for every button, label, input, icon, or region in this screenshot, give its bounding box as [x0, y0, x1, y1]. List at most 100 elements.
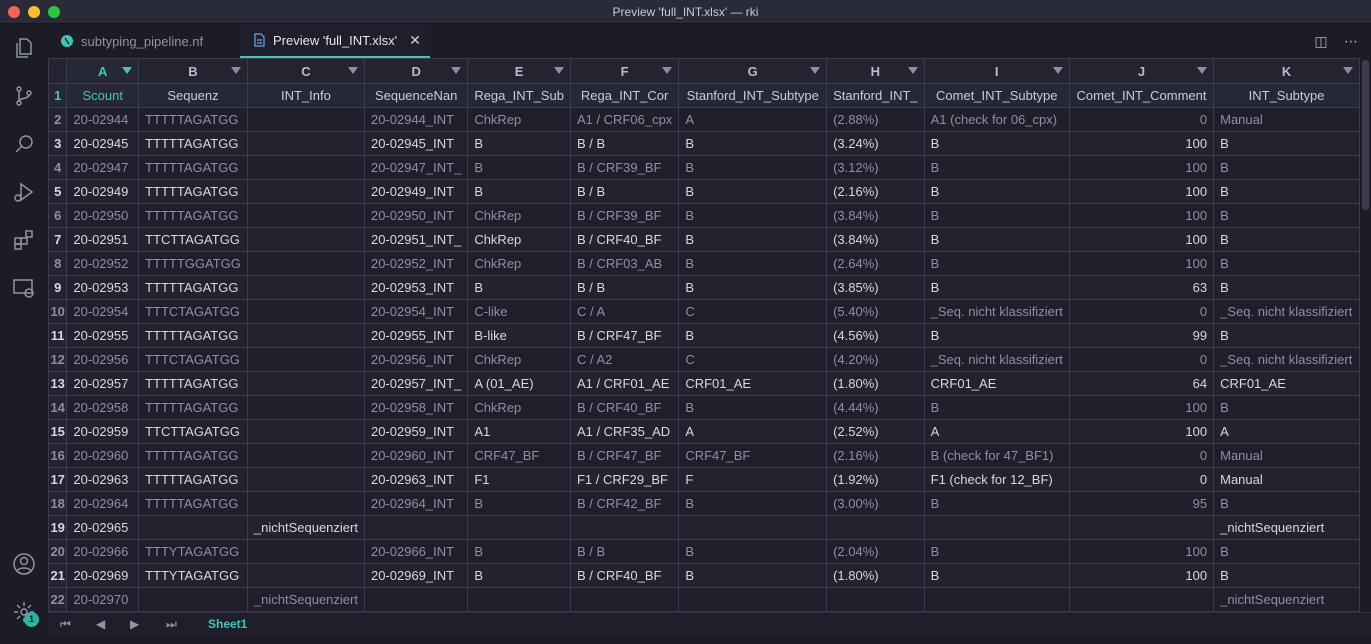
cell[interactable]: 64	[1068, 371, 1215, 396]
cell[interactable]: 99	[1068, 323, 1215, 348]
cell[interactable]: TTTYTAGATGG	[138, 563, 248, 588]
cell[interactable]: (2.64%)	[826, 251, 925, 276]
cell[interactable]: 20-02955	[66, 323, 140, 348]
cell[interactable]: (4.44%)	[826, 395, 925, 420]
cell[interactable]: Manual	[1213, 443, 1360, 468]
cell[interactable]: 63	[1068, 275, 1215, 300]
row-number[interactable]: 13	[48, 371, 68, 396]
cell[interactable]: C / A	[569, 299, 680, 324]
cell[interactable]: 100	[1068, 131, 1215, 156]
cell[interactable]: A (01_AE)	[467, 371, 571, 396]
cell[interactable]: 0	[1068, 347, 1215, 372]
row-number[interactable]: 5	[48, 179, 68, 204]
cell[interactable]: TTTCTAGATGG	[138, 299, 248, 324]
more-actions-icon[interactable]: ⋯	[1343, 33, 1359, 49]
cell[interactable]	[923, 587, 1070, 612]
cell[interactable]: B	[1213, 131, 1360, 156]
cell[interactable]	[826, 587, 925, 612]
column-header-k[interactable]: K	[1213, 58, 1360, 84]
cell[interactable]	[246, 107, 365, 132]
cell[interactable]: B	[678, 227, 828, 252]
cell[interactable]	[246, 395, 365, 420]
cell[interactable]: TTTTTAGATGG	[138, 131, 248, 156]
cell[interactable]: 95	[1068, 491, 1215, 516]
cell[interactable]: 20-02964	[66, 491, 140, 516]
cell[interactable]: B	[923, 251, 1070, 276]
cell[interactable]: B	[923, 539, 1070, 564]
cell[interactable]: TTTTTAGATGG	[138, 155, 248, 180]
cell[interactable]: 20-02966	[66, 539, 140, 564]
filter-icon[interactable]	[1197, 67, 1208, 74]
header-cell[interactable]: Rega_INT_Sub	[467, 83, 571, 108]
cell[interactable]: Manual	[1213, 467, 1360, 492]
cell[interactable]: 20-02958	[66, 395, 140, 420]
cell[interactable]: 20-02952	[66, 251, 140, 276]
cell[interactable]: B / B	[569, 131, 680, 156]
cell[interactable]: A1 (check for 06_cpx)	[923, 107, 1070, 132]
cell[interactable]: A1 / CRF01_AE	[569, 371, 680, 396]
cell[interactable]: TTTCTAGATGG	[138, 347, 248, 372]
cell[interactable]: 100	[1068, 539, 1215, 564]
cell[interactable]: (3.84%)	[826, 227, 925, 252]
cell[interactable]: (2.88%)	[826, 107, 925, 132]
cell[interactable]: B	[923, 227, 1070, 252]
tab-subtyping-pipeline[interactable]: subtyping_pipeline.nf	[48, 24, 240, 58]
search-icon[interactable]	[12, 132, 36, 156]
cell[interactable]: A1	[467, 419, 571, 444]
cell[interactable]: 100	[1068, 227, 1215, 252]
cell[interactable]: 20-02957	[66, 371, 140, 396]
column-header-c[interactable]: C	[246, 58, 365, 84]
cell[interactable]	[1068, 515, 1215, 540]
tab-preview-full-int[interactable]: Preview 'full_INT.xlsx' ✕	[240, 24, 430, 58]
row-number[interactable]: 22	[48, 587, 68, 612]
cell[interactable]: B	[467, 491, 571, 516]
cell[interactable]: (5.40%)	[826, 299, 925, 324]
cell[interactable]: ChkRep	[467, 203, 571, 228]
cell[interactable]: 20-02959_INT	[363, 419, 469, 444]
cell[interactable]	[246, 467, 365, 492]
cell[interactable]: CRF01_AE	[1213, 371, 1360, 396]
filter-icon[interactable]	[122, 67, 133, 74]
cell[interactable]: 20-02945	[66, 131, 140, 156]
cell[interactable]: C / A2	[569, 347, 680, 372]
cell[interactable]: TTTTTAGATGG	[138, 203, 248, 228]
cell[interactable]: (1.80%)	[826, 371, 925, 396]
account-icon[interactable]	[12, 552, 36, 576]
extensions-icon[interactable]	[12, 228, 36, 252]
cell[interactable]: B	[678, 155, 828, 180]
cell[interactable]: B	[923, 155, 1070, 180]
header-cell[interactable]: Comet_INT_Comment	[1068, 83, 1215, 108]
cell[interactable]	[467, 515, 571, 540]
header-cell[interactable]: INT_Subtype	[1213, 83, 1360, 108]
cell[interactable]: TTTYTAGATGG	[138, 539, 248, 564]
cell[interactable]: B	[678, 203, 828, 228]
cell[interactable]: TTTTTAGATGG	[138, 275, 248, 300]
cell[interactable]	[138, 587, 248, 612]
cell[interactable]: B	[678, 179, 828, 204]
filter-icon[interactable]	[810, 67, 821, 74]
column-header-d[interactable]: D	[363, 58, 469, 84]
cell[interactable]	[246, 443, 365, 468]
cell[interactable]: ChkRep	[467, 227, 571, 252]
cell[interactable]: A1 / CRF35_AD	[569, 419, 680, 444]
row-number[interactable]: 20	[48, 539, 68, 564]
cell[interactable]: 20-02955_INT	[363, 323, 469, 348]
row-number[interactable]: 17	[48, 467, 68, 492]
cell[interactable]: 100	[1068, 179, 1215, 204]
cell[interactable]: A1 / CRF06_cpx	[569, 107, 680, 132]
row-number[interactable]: 2	[48, 107, 68, 132]
header-cell[interactable]: Comet_INT_Subtype	[923, 83, 1070, 108]
cell[interactable]: B	[1213, 179, 1360, 204]
cell[interactable]: B / B	[569, 179, 680, 204]
cell[interactable]: F1 / CRF29_BF	[569, 467, 680, 492]
cell[interactable]: 100	[1068, 563, 1215, 588]
cell[interactable]	[246, 131, 365, 156]
cell[interactable]: B	[923, 563, 1070, 588]
cell[interactable]: 100	[1068, 395, 1215, 420]
cell[interactable]: 20-02953_INT	[363, 275, 469, 300]
cell[interactable]: _Seq. nicht klassifiziert	[1213, 347, 1360, 372]
cell[interactable]: TTTTTAGATGG	[138, 467, 248, 492]
cell[interactable]: _Seq. nicht klassifiziert	[923, 347, 1070, 372]
cell[interactable]: 0	[1068, 443, 1215, 468]
cell[interactable]: B / CRF40_BF	[569, 395, 680, 420]
